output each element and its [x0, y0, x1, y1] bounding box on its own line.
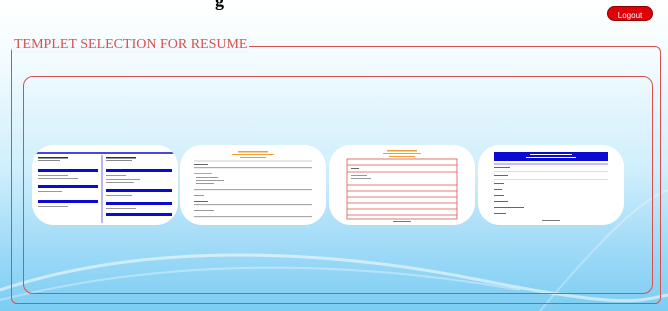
page-heading: g	[215, 0, 224, 10]
section-legend: TEMPLET SELECTION FOR RESUME	[12, 37, 250, 53]
template-3-preview	[329, 145, 475, 225]
logout-button[interactable]: Logout	[607, 6, 653, 21]
template-card-4[interactable]	[478, 145, 624, 225]
template-card-2[interactable]	[180, 145, 326, 225]
template-card-3[interactable]	[329, 145, 475, 225]
template-4-preview	[478, 145, 624, 225]
template-1-preview	[32, 145, 178, 225]
template-card-1[interactable]	[32, 145, 178, 225]
template-2-preview	[180, 145, 326, 225]
